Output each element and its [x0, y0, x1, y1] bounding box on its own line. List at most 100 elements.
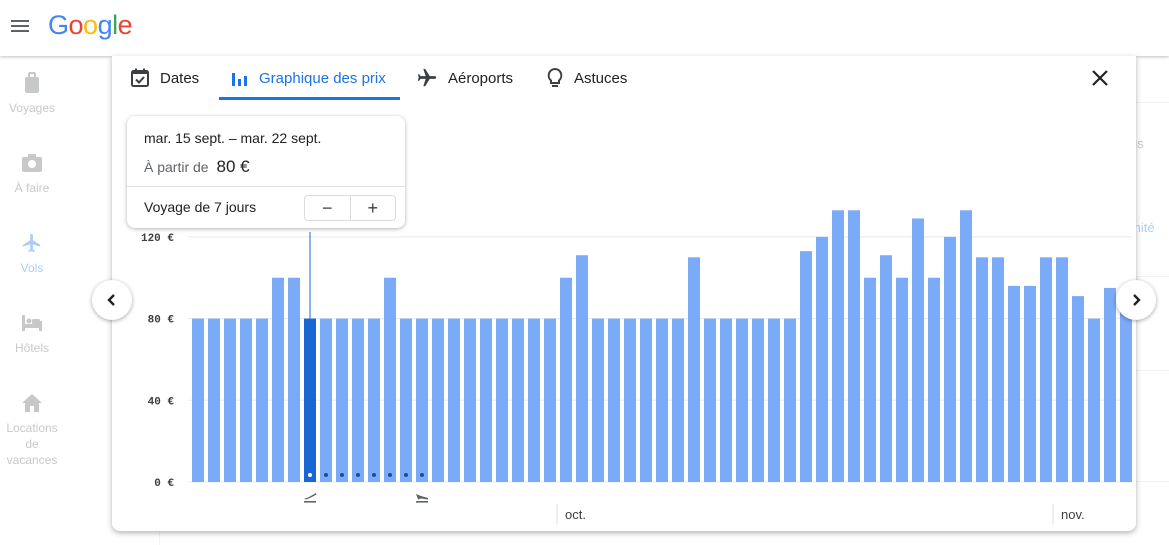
price-bar[interactable] [736, 318, 748, 482]
price-bar[interactable] [784, 318, 796, 482]
price-bar[interactable] [848, 210, 860, 483]
price-bar[interactable] [912, 218, 924, 482]
divider [127, 186, 405, 187]
price-bar[interactable] [320, 318, 332, 482]
price-bar[interactable] [608, 318, 620, 482]
hamburger-menu-icon[interactable] [9, 15, 31, 37]
price-bar[interactable] [896, 277, 908, 482]
price-bar[interactable] [1056, 257, 1068, 482]
price-bar[interactable] [992, 257, 1004, 482]
trip-day-dot [324, 473, 328, 477]
price-bar[interactable] [368, 318, 380, 482]
price-bar[interactable] [720, 318, 732, 482]
previous-period-button[interactable] [92, 280, 132, 320]
next-period-button[interactable] [1116, 280, 1156, 320]
rail-item-a-faire[interactable]: À faire [0, 152, 64, 196]
price-bar[interactable] [272, 277, 284, 482]
rail-label: À faire [14, 181, 50, 195]
price-bar[interactable] [1024, 285, 1036, 482]
trip-day-dot [308, 473, 312, 477]
price-bar[interactable] [688, 257, 700, 482]
price-bar[interactable] [576, 255, 588, 482]
trip-day-dot [388, 473, 392, 477]
rail-label: Hôtels [14, 341, 49, 355]
bed-icon [22, 315, 42, 331]
price-bar[interactable] [448, 318, 460, 482]
month-label: nov. [1061, 507, 1085, 522]
price-bar[interactable] [752, 318, 764, 482]
price-bar[interactable] [1040, 257, 1052, 482]
y-tick-label: 120 € [141, 233, 174, 245]
price-bar[interactable] [544, 318, 556, 482]
rail-item-locations[interactable]: Locations de vacances [0, 392, 64, 468]
price-bar[interactable] [384, 277, 396, 482]
trip-day-dot [356, 473, 360, 477]
price-bar[interactable] [496, 318, 508, 482]
price-graph-dialog: Dates Graphique des prix Aéroports Astuc… [112, 56, 1136, 531]
price-bar[interactable] [1008, 285, 1020, 482]
rail-item-voyages[interactable]: Voyages [0, 72, 64, 116]
price-bar[interactable] [224, 318, 236, 482]
google-logo[interactable]: Google [48, 10, 133, 41]
arrival-icon [416, 494, 428, 503]
rail-item-vols[interactable]: Vols [0, 232, 64, 276]
price-bar[interactable] [512, 318, 524, 482]
month-label: oct. [565, 507, 586, 522]
price-bar[interactable] [432, 318, 444, 482]
price-bar[interactable] [192, 318, 204, 482]
airplane-icon [22, 233, 41, 253]
price-bar[interactable] [656, 318, 668, 482]
price-bar[interactable] [800, 251, 812, 482]
price-bar[interactable] [400, 318, 412, 482]
price-bar[interactable] [624, 318, 636, 482]
price-bar[interactable] [816, 236, 828, 482]
trip-price: 80 € [216, 157, 250, 176]
price-bar[interactable] [704, 318, 716, 482]
price-bar[interactable] [640, 318, 652, 482]
rail-label: Vols [20, 261, 44, 275]
price-tooltip: mar. 15 sept. – mar. 22 sept. À partir d… [127, 116, 405, 228]
price-bar[interactable] [528, 318, 540, 482]
suitcase-icon [25, 72, 39, 93]
departure-icon [304, 493, 317, 503]
trip-duration: Voyage de 7 jours [144, 199, 257, 215]
price-bar[interactable] [240, 318, 252, 482]
increase-duration-button[interactable]: + [349, 196, 396, 220]
camera-icon [22, 154, 42, 172]
price-bar[interactable] [256, 318, 268, 482]
price-bar[interactable] [352, 318, 364, 482]
price-bar[interactable] [832, 210, 844, 483]
price-bar[interactable] [960, 210, 972, 483]
price-bar[interactable] [288, 277, 300, 482]
price-bar[interactable] [304, 318, 316, 482]
price-bar[interactable] [672, 318, 684, 482]
price-bar[interactable] [592, 318, 604, 482]
price-bar[interactable] [464, 318, 476, 482]
price-bar[interactable] [864, 277, 876, 482]
price-bar[interactable] [480, 318, 492, 482]
price-row: À partir de 80 € [144, 157, 250, 177]
trip-day-dot [372, 473, 376, 477]
price-bar[interactable] [208, 318, 220, 482]
price-bar[interactable] [416, 318, 428, 482]
price-bar[interactable] [976, 257, 988, 482]
price-bar[interactable] [560, 277, 572, 482]
house-icon [22, 394, 42, 412]
rail-label: Locations de vacances [6, 421, 58, 467]
y-tick-label: 80 € [148, 315, 175, 327]
rail-label: Voyages [8, 101, 56, 115]
price-bar[interactable] [1104, 287, 1116, 482]
price-bar[interactable] [880, 255, 892, 482]
price-bar[interactable] [336, 318, 348, 482]
rail-item-hotels[interactable]: Hôtels [0, 312, 64, 356]
price-bar[interactable] [768, 318, 780, 482]
price-prefix: À partir de [144, 159, 209, 175]
y-tick-label: 40 € [148, 396, 175, 408]
chevron-right-icon [1133, 294, 1141, 306]
chevron-left-icon [107, 294, 115, 306]
price-bar[interactable] [928, 277, 940, 482]
decrease-duration-button[interactable]: − [305, 196, 350, 220]
price-bar[interactable] [944, 236, 956, 482]
price-bar[interactable] [1088, 318, 1100, 482]
price-bar[interactable] [1072, 296, 1084, 482]
